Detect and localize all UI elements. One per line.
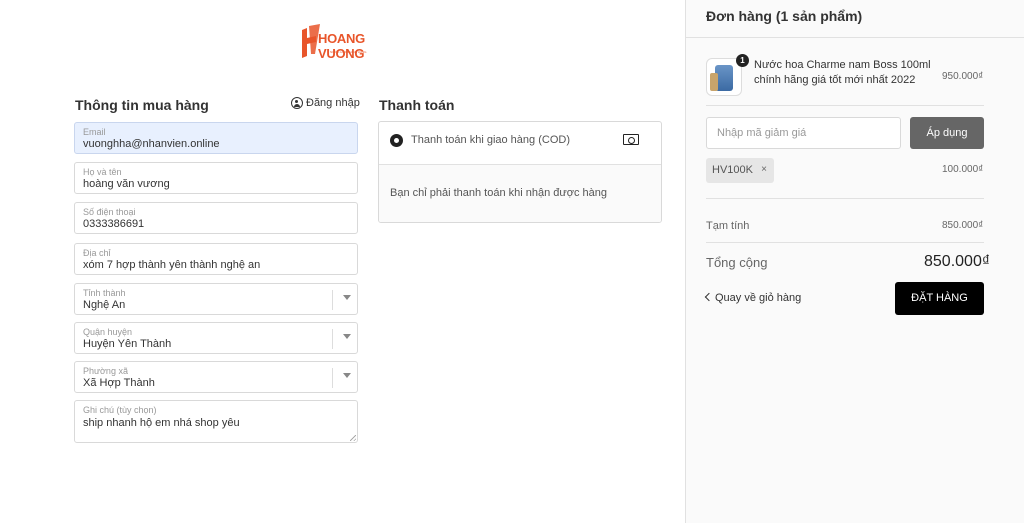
chevron-down-icon[interactable] (343, 373, 351, 378)
login-link[interactable]: Đăng nhập (291, 97, 360, 110)
back-to-cart-label: Quay về giỏ hàng (715, 292, 802, 304)
fullname-value: hoàng văn vương (83, 178, 170, 190)
brand-tagline: NƯỚC HOA CHÍNH HÃNG (330, 50, 367, 54)
province-label: Tỉnh thành (83, 288, 126, 298)
resize-handle-icon[interactable] (350, 435, 356, 441)
note-label: Ghi chú (tùy chọn) (83, 405, 157, 415)
radio-selected-icon[interactable] (390, 134, 403, 147)
product-name: Nước hoa Charme nam Boss 100ml chính hãn… (754, 59, 931, 86)
chevron-down-icon[interactable] (343, 295, 351, 300)
select-divider (332, 368, 333, 388)
divider (706, 198, 984, 199)
discount-amount: 100.000₫ (942, 164, 984, 175)
address-field[interactable]: Địa chỉ xóm 7 hợp thành yên thành nghệ a… (74, 243, 358, 275)
apply-coupon-button[interactable]: Áp dụng (910, 117, 984, 149)
ward-value: Xã Hợp Thành (83, 377, 155, 389)
coupon-code: HV100K (712, 164, 753, 176)
place-order-button[interactable]: ĐẶT HÀNG (895, 282, 984, 315)
payment-description: Bạn chỉ phải thanh toán khi nhận được hà… (390, 187, 608, 199)
note-value: ship nhanh hộ em nhá shop yêu (83, 417, 240, 429)
fullname-field[interactable]: Họ và tên hoàng văn vương (74, 162, 358, 194)
address-label: Địa chỉ (83, 248, 111, 258)
order-title: Đơn hàng (1 sản phẩm) (706, 8, 863, 24)
note-textarea[interactable]: Ghi chú (tùy chọn) ship nhanh hộ em nhá … (74, 400, 358, 443)
back-to-cart-link[interactable]: Quay về giỏ hàng (704, 292, 802, 304)
payment-method-label: Thanh toán khi giao hàng (COD) (411, 134, 570, 146)
phone-label: Số điện thoại (83, 207, 136, 217)
user-circle-icon (291, 97, 303, 110)
quantity-badge: 1 (736, 54, 749, 67)
payment-box: Thanh toán khi giao hàng (COD) Bạn chỉ p… (378, 121, 662, 223)
subtotal-label: Tạm tính (706, 220, 750, 232)
payment-description-panel: Bạn chỉ phải thanh toán khi nhận được hà… (379, 165, 661, 222)
brand-logo[interactable]: HOANG VUONG NƯỚC HOA CHÍNH HÃNG (300, 24, 404, 61)
payment-option-cod[interactable]: Thanh toán khi giao hàng (COD) (379, 122, 661, 165)
login-label: Đăng nhập (306, 97, 360, 109)
chevron-down-icon[interactable] (343, 334, 351, 339)
province-value: Nghệ An (83, 299, 126, 311)
phone-field[interactable]: Số điện thoại 0333386691 (74, 202, 358, 234)
district-value: Huyện Yên Thành (83, 338, 172, 350)
email-label: Email (83, 127, 106, 137)
buyer-info-title: Thông tin mua hàng (75, 97, 209, 113)
divider (706, 242, 984, 243)
ward-select[interactable]: Phường xã Xã Hợp Thành (74, 361, 358, 393)
select-divider (332, 329, 333, 349)
product-price: 950.000₫ (942, 71, 984, 82)
divider (706, 105, 984, 106)
district-select[interactable]: Quận huyện Huyện Yên Thành (74, 322, 358, 354)
coupon-tag: HV100K × (706, 158, 774, 183)
district-label: Quận huyện (83, 327, 133, 337)
select-divider (332, 290, 333, 310)
address-value: xóm 7 hợp thành yên thành nghệ an (83, 259, 261, 271)
payment-title: Thanh toán (379, 97, 455, 113)
email-value: vuonghha@nhanvien.online (83, 138, 220, 150)
close-icon[interactable]: × (761, 164, 767, 175)
chevron-left-icon (704, 292, 714, 302)
phone-value: 0333386691 (83, 218, 145, 230)
ward-label: Phường xã (83, 366, 128, 376)
subtotal-value: 850.000₫ (942, 220, 984, 231)
cash-icon (623, 134, 639, 145)
coupon-input[interactable]: Nhập mã giảm giá (706, 117, 901, 149)
total-label: Tổng cộng (706, 255, 768, 270)
brand-name: HOANG VUONG (318, 31, 365, 61)
divider (686, 37, 1024, 38)
province-select[interactable]: Tỉnh thành Nghệ An (74, 283, 358, 315)
fullname-label: Họ và tên (83, 167, 122, 177)
email-field[interactable]: Email vuonghha@nhanvien.online (74, 122, 358, 154)
perfume-box-icon (710, 73, 718, 91)
total-value: 850.000₫ (924, 253, 991, 270)
